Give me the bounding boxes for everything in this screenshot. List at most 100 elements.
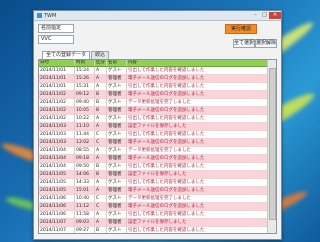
cell-type: A (95, 123, 107, 130)
app-icon (37, 13, 42, 18)
cell-time: 10:40 (75, 195, 95, 202)
cell-time: 09:40 (75, 99, 95, 106)
cell-content: 引出しで作業した内容を確認しました (128, 116, 205, 121)
cell-name: ゲスト (107, 147, 127, 154)
cell-time: 08:55 (75, 147, 95, 154)
cell-content: 引出しで作業した内容を確認しました (128, 68, 205, 73)
cell-name: 管理者 (107, 123, 127, 130)
header-date[interactable]: 日付 (39, 60, 75, 66)
run-button[interactable]: 実行確認 (225, 24, 257, 34)
cell-date: 2014/11/04 (39, 155, 75, 162)
cell-date: 2014/11/02 (39, 115, 75, 122)
table-row[interactable]: 2014/11/01 15:26 A 管理者 電子メール送信のログを追加しました (39, 75, 276, 83)
table-row[interactable]: 2014/11/04 09:18 A 管理者 電子メール送信のログを追加しました (39, 155, 276, 163)
cell-type: B (95, 91, 107, 98)
table-row[interactable]: 2014/11/03 13:02 C 管理者 電子メール送信のログを追加しました (39, 139, 276, 147)
cell-date: 2014/11/01 (39, 67, 75, 74)
cell-name: 管理者 (107, 91, 127, 98)
table-row[interactable]: 2014/11/01 15:31 A ゲスト 引出しで作業した内容を確認しました (39, 83, 276, 91)
cell-content: 設定ファイルを保存しました (128, 220, 187, 225)
header-content[interactable]: 内容 (127, 60, 267, 66)
cell-time: 15:24 (75, 67, 95, 74)
cell-date: 2014/11/03 (39, 139, 75, 146)
cell-date: 2014/11/03 (39, 123, 75, 130)
table-row[interactable]: 2014/11/06 11:12 C 管理者 電子メール送信のログを追加しました (39, 203, 276, 211)
data-grid[interactable]: 日付 時刻 区分 名前 内容 2014/11/01 15:24 A ゲスト 引出しで作業… (38, 59, 277, 234)
cell-name: ゲスト (107, 83, 127, 90)
header-time[interactable]: 時刻 (75, 60, 95, 66)
table-row[interactable]: 2014/11/01 15:24 A ゲスト 引出しで作業した内容を確認しました (39, 67, 276, 75)
table-row[interactable]: 2014/11/02 09:12 B 管理者 電子メール送信のログを追加しました (39, 91, 276, 99)
cell-content: 引出しで作業した内容を確認しました (128, 132, 205, 137)
deselect-button[interactable]: 選択解除 (255, 39, 277, 48)
table-row[interactable]: 2014/11/04 09:50 B ゲスト 引出しで作業した内容を確認しました (39, 163, 276, 171)
table-row[interactable]: 2014/11/02 09:40 B ゲスト データ更新処理を完了しました (39, 99, 276, 107)
app-window: TWM – □ ✕ 名前指定 VVC 実行確認 全て選択 選択解除 全ての登録デ… (33, 10, 282, 240)
name-field[interactable]: 名前指定 (38, 24, 74, 33)
table-row[interactable]: 2014/11/06 10:40 C ゲスト データ更新処理を完了しました (39, 195, 276, 203)
cell-type: A (95, 219, 107, 226)
header-type[interactable]: 区分 (95, 60, 107, 66)
table-row[interactable]: 2014/11/07 09:27 B ゲスト 引出しで作業した内容を確認しました (39, 227, 276, 233)
cell-type: A (95, 187, 107, 194)
table-row[interactable]: 2014/11/05 14:06 B 管理者 設定ファイルを保存しました (39, 171, 276, 179)
cell-date: 2014/11/06 (39, 203, 75, 210)
cell-content: データ更新処理を完了しました (128, 148, 191, 153)
cell-content: 引出しで作業した内容を確認しました (128, 180, 205, 185)
cell-date: 2014/11/04 (39, 163, 75, 170)
cell-type: B (95, 107, 107, 114)
cell-time: 09:27 (75, 227, 95, 233)
cell-date: 2014/11/01 (39, 75, 75, 82)
cell-content: 引出しで作業した内容を確認しました (128, 164, 205, 169)
close-icon[interactable]: ✕ (269, 12, 281, 19)
table-row[interactable]: 2014/11/02 10:22 A ゲスト 引出しで作業した内容を確認しました (39, 115, 276, 123)
cell-time: 14:33 (75, 179, 95, 186)
cell-type: C (95, 139, 107, 146)
cell-type: B (95, 163, 107, 170)
cell-name: ゲスト (107, 163, 127, 170)
tab-filter[interactable]: 絞込 (91, 51, 110, 59)
table-row[interactable]: 2014/11/06 11:58 A ゲスト 引出しで作業した内容を確認しました (39, 211, 276, 219)
cell-date: 2014/11/02 (39, 91, 75, 98)
tab-all[interactable]: 全ての登録データ (42, 51, 91, 59)
table-row[interactable]: 2014/11/03 11:44 C ゲスト 引出しで作業した内容を確認しました (39, 131, 276, 139)
cell-name: ゲスト (107, 67, 127, 74)
cell-type: C (95, 195, 107, 202)
cell-name: ゲスト (107, 115, 127, 122)
cell-date: 2014/11/04 (39, 147, 75, 154)
table-row[interactable]: 2014/11/02 10:05 B 管理者 電子メール送信のログを追加しました (39, 107, 276, 115)
cell-date: 2014/11/05 (39, 187, 75, 194)
cell-type: C (95, 203, 107, 210)
cell-type: B (95, 171, 107, 178)
cell-content: 電子メール送信のログを追加しました (128, 140, 205, 145)
cell-type: A (95, 179, 107, 186)
cell-name: ゲスト (107, 179, 127, 186)
cell-name: 管理者 (107, 203, 127, 210)
select-all-button[interactable]: 全て選択 (233, 39, 255, 48)
table-row[interactable]: 2014/11/05 14:33 A ゲスト 引出しで作業した内容を確認しました (39, 179, 276, 187)
table-row[interactable]: 2014/11/03 11:10 A 管理者 設定ファイルを保存しました (39, 123, 276, 131)
cell-time: 11:10 (75, 123, 95, 130)
query-field[interactable]: VVC (38, 35, 74, 44)
title-bar: TWM – □ ✕ (34, 11, 281, 21)
cell-content: 引出しで作業した内容を確認しました (128, 84, 205, 89)
cell-type: A (95, 211, 107, 218)
table-row[interactable]: 2014/11/07 09:03 A 管理者 設定ファイルを保存しました (39, 219, 276, 227)
table-row[interactable]: 2014/11/04 08:55 A ゲスト データ更新処理を完了しました (39, 147, 276, 155)
cell-content: データ更新処理を完了しました (128, 196, 191, 201)
header-name[interactable]: 名前 (107, 60, 127, 66)
cell-type: A (95, 115, 107, 122)
scroll-thumb[interactable] (269, 68, 276, 220)
window-title: TWM (44, 12, 57, 19)
cell-name: 管理者 (107, 219, 127, 226)
cell-content: 設定ファイルを保存しました (128, 124, 187, 129)
cell-date: 2014/11/02 (39, 99, 75, 106)
cell-type: A (95, 67, 107, 74)
table-row[interactable]: 2014/11/05 15:01 A 管理者 電子メール送信のログを追加しました (39, 187, 276, 195)
cell-name: 管理者 (107, 171, 127, 178)
minimize-icon[interactable]: – (251, 12, 260, 19)
vertical-scrollbar[interactable] (267, 60, 276, 233)
cell-name: ゲスト (107, 211, 127, 218)
cell-content: 電子メール送信のログを追加しました (128, 76, 205, 81)
maximize-icon[interactable]: □ (260, 12, 269, 19)
